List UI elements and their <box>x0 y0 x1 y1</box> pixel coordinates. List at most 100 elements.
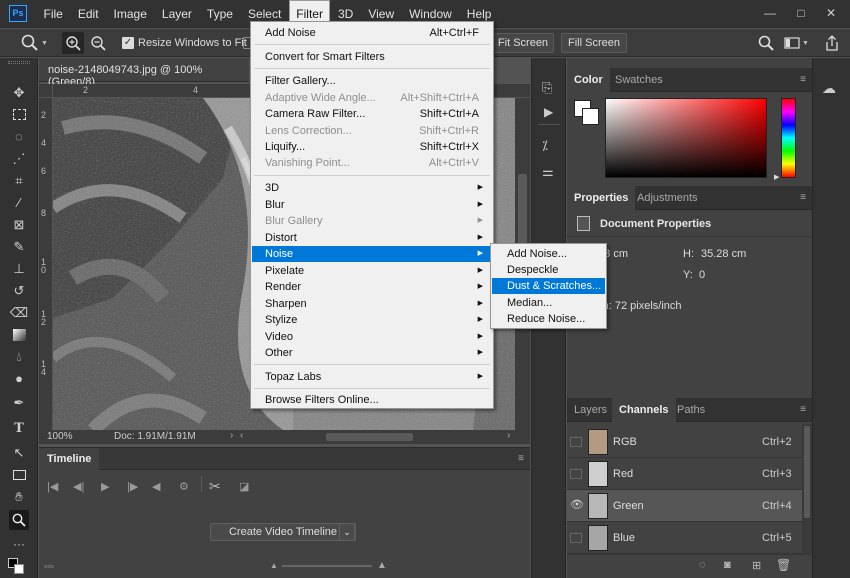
audio-icon[interactable]: ◀ <box>152 480 160 493</box>
eyedropper-tool-icon[interactable]: ⁄ <box>9 193 29 213</box>
share-icon[interactable] <box>824 34 840 55</box>
height-value[interactable]: 35.28 cm <box>701 248 746 260</box>
hand-tool-icon[interactable]: ✋︎ <box>9 487 29 507</box>
settings-gear-icon[interactable]: ⚙ <box>179 480 189 493</box>
menu-image[interactable]: Image <box>106 0 154 28</box>
tab-properties[interactable]: Properties <box>567 186 636 210</box>
menu-file[interactable]: File <box>36 0 70 28</box>
background-color-swatch[interactable] <box>14 564 24 574</box>
play-icon[interactable]: ▶ <box>101 480 109 493</box>
transition-icon[interactable]: ◪ <box>239 480 249 493</box>
hue-slider-handle-icon[interactable]: ▶ <box>774 173 779 181</box>
submenu-item-dust-and-scratches[interactable]: Dust & Scratches... <box>492 278 605 294</box>
history-brush-tool-icon[interactable]: ↺ <box>9 281 29 301</box>
tab-paths[interactable]: Paths <box>670 398 712 422</box>
menu-item-noise[interactable]: Noise ▶ <box>252 246 492 262</box>
tool-preset-chevron-icon[interactable]: ▼ <box>41 40 48 47</box>
menu-item-camera-raw-filter[interactable]: Camera Raw Filter... Shift+Ctrl+A <box>252 106 492 122</box>
y-value[interactable]: 0 <box>699 269 705 281</box>
zoom-tool-icon[interactable] <box>9 510 29 530</box>
menu-item-render[interactable]: Render ▶ <box>252 279 492 295</box>
tab-layers[interactable]: Layers <box>567 398 614 422</box>
submenu-item-despeckle[interactable]: Despeckle <box>492 262 605 278</box>
render-video-icon[interactable]: ▫▫▫ <box>44 561 54 571</box>
libraries-icon[interactable]: ☁ <box>822 80 836 97</box>
delete-channel-icon[interactable]: 🗑︎ <box>776 558 791 572</box>
more-tools-icon[interactable]: ··· <box>9 534 29 554</box>
fill-screen-button[interactable]: Fill Screen <box>561 33 627 53</box>
menu-item-distort[interactable]: Distort ▶ <box>252 230 492 246</box>
path-selection-tool-icon[interactable]: ↖ <box>9 443 29 463</box>
gradient-tool-icon[interactable] <box>9 325 29 345</box>
workspace-icon[interactable] <box>784 35 800 54</box>
search-icon[interactable] <box>757 34 775 55</box>
channels-scrollbar[interactable] <box>802 424 812 554</box>
quick-selection-tool-icon[interactable]: ⋰ <box>9 149 29 169</box>
eye-icon[interactable]: 👁︎ <box>570 500 584 511</box>
load-selection-icon[interactable]: ◌ <box>699 559 706 571</box>
maximize-button[interactable]: □ <box>787 2 815 24</box>
menu-type[interactable]: Type <box>199 0 240 28</box>
menu-item-add-noise[interactable]: Add Noise Alt+Ctrl+F <box>252 25 492 41</box>
rectangle-tool-icon[interactable] <box>9 465 29 485</box>
horizontal-scrollbar-thumb[interactable] <box>326 433 413 441</box>
ruler-origin[interactable] <box>39 84 53 98</box>
zoom-out-icon[interactable] <box>87 32 109 57</box>
channel-row-blue[interactable]: Blue Ctrl+5 <box>567 522 802 554</box>
zoom-out-timeline-icon[interactable]: ▲ <box>270 561 278 570</box>
menu-item-pixelate[interactable]: Pixelate ▶ <box>252 263 492 279</box>
tab-adjustments[interactable]: Adjustments <box>630 186 705 210</box>
scroll-right-icon[interactable]: › <box>507 430 510 441</box>
panel-menu-icon[interactable]: ≡ <box>800 74 806 85</box>
close-button[interactable]: ✕ <box>817 2 845 24</box>
scroll-left-icon[interactable]: ‹ <box>240 430 243 441</box>
channel-row-red[interactable]: Red Ctrl+3 <box>567 458 802 490</box>
menu-item-filter-gallery[interactable]: Filter Gallery... <box>252 73 492 89</box>
panel-menu-icon[interactable]: ≡ <box>800 404 806 415</box>
workspace-chevron-icon[interactable]: ▼ <box>802 40 809 47</box>
color-field[interactable] <box>605 98 767 178</box>
menu-item-browse-filters-online[interactable]: Browse Filters Online... <box>252 392 492 408</box>
tab-channels[interactable]: Channels <box>612 398 676 422</box>
zoom-level[interactable]: 100% <box>47 431 73 442</box>
split-at-playhead-icon[interactable]: ✂ <box>209 478 221 495</box>
channel-row-rgb[interactable]: RGB Ctrl+2 <box>567 426 802 458</box>
lasso-tool-icon[interactable]: ◌ <box>9 127 29 147</box>
background-color-swatch[interactable] <box>582 108 599 125</box>
create-video-timeline-button[interactable]: Create Video Timeline <box>210 523 356 541</box>
channel-row-green[interactable]: 👁︎ Green Ctrl+4 <box>567 490 802 522</box>
menu-item-topaz-labs[interactable]: Topaz Labs ▶ <box>252 369 492 385</box>
status-menu-chevron-icon[interactable]: › <box>230 430 233 441</box>
panel-menu-icon[interactable]: ≡ <box>518 453 524 464</box>
brush-tool-icon[interactable]: ✎ <box>9 237 29 257</box>
zoom-in-icon[interactable] <box>62 32 84 54</box>
visibility-toggle[interactable] <box>570 533 582 543</box>
hue-slider[interactable] <box>781 98 796 178</box>
visibility-toggle[interactable] <box>570 437 582 447</box>
menu-item-3d[interactable]: 3D ▶ <box>252 180 492 196</box>
brush-settings-icon[interactable]: ⁒ <box>542 138 548 154</box>
fit-screen-button[interactable]: Fit Screen <box>492 33 554 53</box>
resize-windows-checkbox[interactable]: ✓ <box>122 37 134 49</box>
scrollbar-thumb[interactable] <box>804 426 810 518</box>
menu-layer[interactable]: Layer <box>154 0 199 28</box>
tab-color[interactable]: Color <box>567 68 610 92</box>
go-to-first-frame-icon[interactable]: |◀ <box>47 480 58 493</box>
save-selection-icon[interactable]: ◙ <box>724 559 731 571</box>
next-frame-icon[interactable]: |▶ <box>127 480 138 493</box>
tab-swatches[interactable]: Swatches <box>608 68 670 92</box>
previous-frame-icon[interactable]: ◀| <box>73 480 84 493</box>
type-tool-icon[interactable]: T <box>9 419 29 439</box>
zoom-in-timeline-icon[interactable]: ▲ <box>377 560 387 571</box>
submenu-item-add-noise[interactable]: Add Noise... <box>492 246 605 262</box>
eraser-tool-icon[interactable]: ⌫ <box>9 303 29 323</box>
menu-item-blur[interactable]: Blur ▶ <box>252 197 492 213</box>
submenu-item-median[interactable]: Median... <box>492 295 605 311</box>
move-tool-icon[interactable]: ✥ <box>9 83 29 103</box>
visibility-toggle[interactable] <box>570 469 582 479</box>
healing-brush-tool-icon[interactable]: ⊠ <box>9 215 29 235</box>
minimize-button[interactable]: — <box>756 2 784 24</box>
toolbar-grip[interactable] <box>8 61 30 64</box>
adjustments-icon[interactable]: ⚌ <box>542 164 554 180</box>
menu-item-video[interactable]: Video ▶ <box>252 329 492 345</box>
